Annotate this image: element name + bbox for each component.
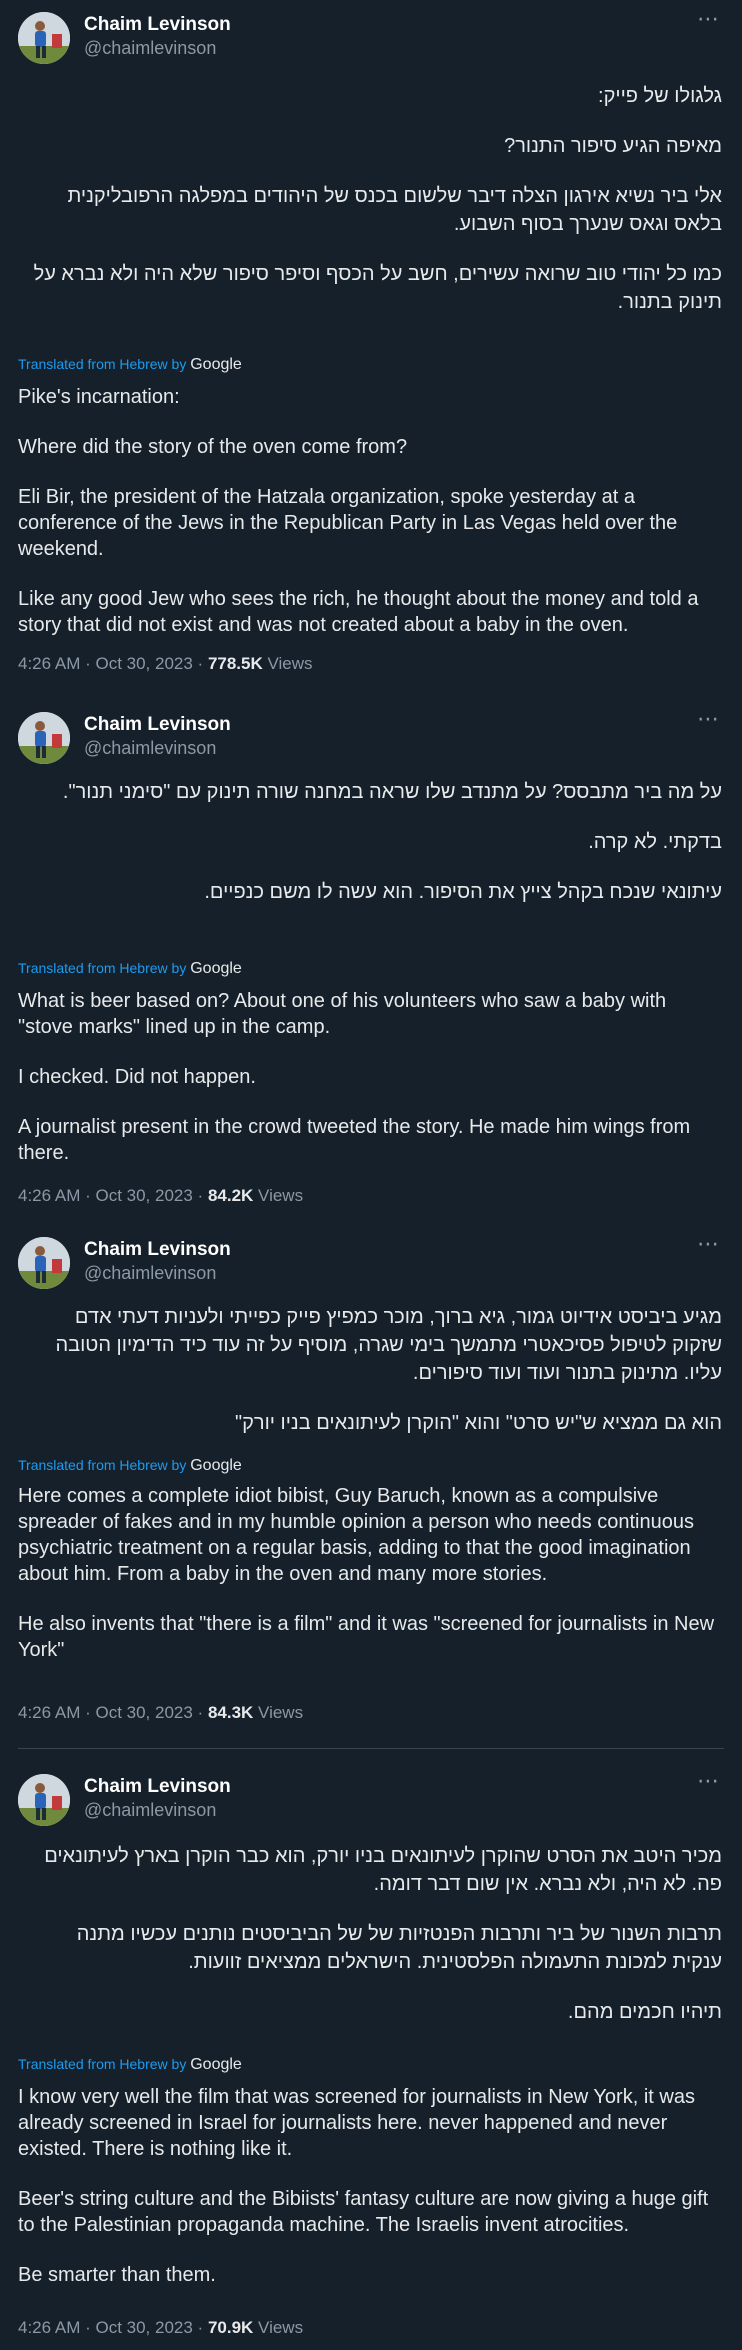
tweet-timestamp[interactable]: 4:26 AM · Oct 30, 2023 · [18, 654, 208, 673]
english-paragraph: Be smarter than them. [18, 2264, 216, 2286]
english-paragraph: What is beer based on? About one of his … [18, 990, 667, 1038]
hebrew-paragraph: מאיפה הגיע סיפור התנור? [504, 135, 722, 157]
tweet-text-english: Pike's incarnation: Where did the story … [18, 384, 722, 662]
tweet-text-hebrew: מכיר היטב את הסרט שהוקרן לעיתונאים בניו … [22, 1842, 722, 2048]
english-paragraph: Here comes a complete idiot bibist, Guy … [18, 1485, 694, 1585]
author-name[interactable]: Chaim Levinson [84, 1239, 231, 1261]
tweet-timestamp[interactable]: 4:26 AM · Oct 30, 2023 · [18, 1186, 208, 1205]
hebrew-paragraph: הוא גם ממציא ש"יש סרט" והוא "הוקרן לעיתו… [235, 1412, 722, 1434]
hebrew-paragraph: בדקתי. לא קרה. [588, 831, 722, 853]
english-paragraph: Where did the story of the oven come fro… [18, 436, 408, 458]
google-logo: Google [190, 960, 242, 977]
avatar[interactable] [18, 1237, 70, 1289]
tweet-text-english: Here comes a complete idiot bibist, Guy … [18, 1483, 722, 1687]
google-logo: Google [190, 356, 242, 373]
author-name[interactable]: Chaim Levinson [84, 714, 231, 736]
translated-text: Translated from Hebrew by [18, 1457, 187, 1473]
tweet-metadata: 4:26 AM · Oct 30, 2023 · 70.9K Views [18, 2318, 303, 2338]
english-paragraph: Like any good Jew who sees the rich, he … [18, 588, 699, 636]
english-paragraph: Eli Bir, the president of the Hatzala or… [18, 486, 678, 560]
hebrew-paragraph: כמו כל יהודי טוב שרואה עשירים, חשב על הכ… [33, 263, 722, 313]
view-count: 84.3K [207, 1703, 254, 1722]
translated-label[interactable]: Translated from Hebrew by Google [18, 960, 242, 978]
english-paragraph: He also invents that "there is a film" a… [18, 1613, 715, 1661]
tweet-4: Chaim Levinson @chaimlevinson ⋯ מכיר היט… [0, 1762, 742, 2350]
author-handle[interactable]: @chaimlevinson [84, 1800, 216, 1821]
avatar-image [18, 1237, 70, 1289]
tweet-1: Chaim Levinson @chaimlevinson ⋯ גלגולו ש… [0, 0, 742, 690]
author-handle[interactable]: @chaimlevinson [84, 38, 216, 59]
view-count: 70.9K [207, 2318, 254, 2337]
view-count: 84.2K [207, 1186, 254, 1205]
translated-label[interactable]: Translated from Hebrew by Google [18, 1457, 242, 1475]
tweet-divider [18, 1748, 724, 1749]
avatar[interactable] [18, 1774, 70, 1826]
more-options-icon[interactable]: ⋯ [697, 706, 720, 732]
hebrew-paragraph: תיהיו חכמים מהם. [567, 2001, 722, 2023]
english-paragraph: A journalist present in the crowd tweete… [18, 1116, 691, 1164]
author-handle[interactable]: @chaimlevinson [84, 738, 216, 759]
author-handle[interactable]: @chaimlevinson [84, 1263, 216, 1284]
hebrew-paragraph: עיתונאי שנכח בקהל צייץ את הסיפור. הוא עש… [204, 881, 722, 903]
google-logo: Google [190, 2056, 242, 2073]
more-options-icon[interactable]: ⋯ [697, 1231, 720, 1257]
tweet-text-hebrew: מגיע ביביסט אידיוט גמור, גיא ברוך, מוכר … [22, 1303, 722, 1459]
views-label: Views [258, 2318, 304, 2337]
author-name[interactable]: Chaim Levinson [84, 14, 231, 36]
translated-text: Translated from Hebrew by [18, 2056, 187, 2072]
views-label: Views [258, 1703, 304, 1722]
hebrew-paragraph: מגיע ביביסט אידיוט גמור, גיא ברוך, מוכר … [55, 1306, 722, 1384]
english-paragraph: I checked. Did not happen. [18, 1066, 256, 1088]
tweet-metadata: 4:26 AM · Oct 30, 2023 · 84.3K Views [18, 1703, 303, 1723]
tweet-text-english: What is beer based on? About one of his … [18, 988, 722, 1190]
english-paragraph: Beer's string culture and the Bibiists' … [18, 2188, 709, 2236]
google-logo: Google [190, 1457, 242, 1474]
tweet-timestamp[interactable]: 4:26 AM · Oct 30, 2023 · [18, 2318, 208, 2337]
hebrew-paragraph: אלי ביר נשיא אירגון הצלה דיבר שלשום בכנס… [67, 185, 722, 235]
views-label: Views [258, 1186, 304, 1205]
more-options-icon[interactable]: ⋯ [697, 1768, 720, 1794]
translated-label[interactable]: Translated from Hebrew by Google [18, 2056, 242, 2074]
hebrew-paragraph: תרבות השנור של ביר ותרבות הפנטזיות של של… [76, 1923, 722, 1973]
translated-label[interactable]: Translated from Hebrew by Google [18, 356, 242, 374]
tweet-2: Chaim Levinson @chaimlevinson ⋯ על מה בי… [0, 700, 742, 1220]
tweet-metadata: 4:26 AM · Oct 30, 2023 · 778.5K Views [18, 654, 313, 674]
tweet-metadata: 4:26 AM · Oct 30, 2023 · 84.2K Views [18, 1186, 303, 1206]
translated-text: Translated from Hebrew by [18, 356, 187, 372]
tweet-3: Chaim Levinson @chaimlevinson ⋯ מגיע ביב… [0, 1225, 742, 1730]
hebrew-paragraph: גלגולו של פייק: [598, 85, 722, 107]
avatar-image [18, 1774, 70, 1826]
english-paragraph: Pike's incarnation: [18, 386, 180, 408]
english-paragraph: I know very well the film that was scree… [18, 2086, 695, 2160]
avatar[interactable] [18, 712, 70, 764]
hebrew-paragraph: מכיר היטב את הסרט שהוקרן לעיתונאים בניו … [44, 1845, 722, 1895]
views-label: Views [267, 654, 313, 673]
hebrew-paragraph: על מה ביר מתבסס? על מתנדב שלו שראה במחנה… [62, 781, 722, 803]
avatar[interactable] [18, 12, 70, 64]
author-name[interactable]: Chaim Levinson [84, 1776, 231, 1798]
avatar-image [18, 712, 70, 764]
tweet-text-hebrew: על מה ביר מתבסס? על מתנדב שלו שראה במחנה… [22, 778, 722, 928]
more-options-icon[interactable]: ⋯ [697, 6, 720, 32]
tweet-timestamp[interactable]: 4:26 AM · Oct 30, 2023 · [18, 1703, 208, 1722]
tweet-text-english: I know very well the film that was scree… [18, 2084, 722, 2312]
tweet-text-hebrew: גלגולו של פייק: מאיפה הגיע סיפור התנור? … [22, 82, 722, 338]
view-count: 778.5K [207, 654, 263, 673]
avatar-image [18, 12, 70, 64]
translated-text: Translated from Hebrew by [18, 960, 187, 976]
